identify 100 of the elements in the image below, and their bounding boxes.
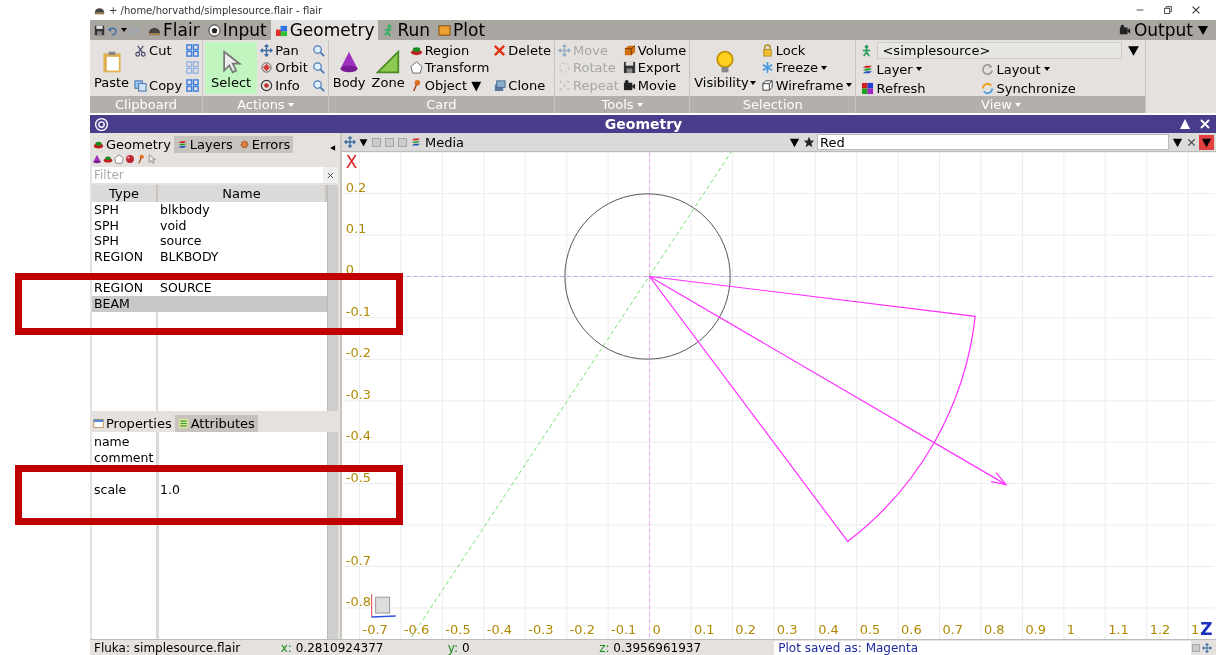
table-cell-text: SPH: [93, 202, 120, 218]
ribbon-button[interactable]: Pan: [259, 42, 309, 60]
tick-label: 1: [1066, 622, 1076, 637]
tick-label: 0.1: [693, 622, 715, 637]
filter-field[interactable]: Filter: [92, 167, 323, 183]
tick-label: 0.9: [1025, 622, 1046, 637]
tick-label: 0.6: [901, 622, 922, 637]
table-cell-text: BEAM: [93, 296, 131, 312]
tick-label: -0.6: [403, 622, 430, 637]
ribbon-button[interactable]: Orbit: [259, 59, 309, 77]
ribbon-button[interactable]: Layer: [860, 60, 981, 78]
ribbon-button[interactable]: Body: [330, 42, 368, 94]
ribbon-button[interactable]: Visibility: [692, 42, 758, 94]
tick-label: -0.5: [445, 622, 471, 637]
tick-label: 0: [652, 622, 661, 637]
coordinate-readout: y: 0: [447, 640, 471, 655]
ribbon-button[interactable]: Volume: [621, 42, 688, 60]
table-cell-text: REGION: [93, 280, 145, 297]
table-row[interactable]: REGION SOURCE: [92, 280, 327, 297]
property-name: scale: [93, 482, 128, 498]
tick-label: -0.7: [345, 552, 372, 568]
tick-label: 0.4: [818, 622, 839, 637]
table-row[interactable]: SPH blkbody: [92, 202, 327, 218]
status-message: Plot saved as: Magenta: [774, 640, 1191, 655]
tick-label: -0.3: [345, 386, 372, 402]
ribbon-button[interactable]: Paste: [92, 42, 132, 94]
ribbon-button[interactable]: Refresh: [860, 79, 981, 97]
tick-label: -0.8: [345, 593, 372, 609]
ribbon-button[interactable]: Freeze: [759, 59, 854, 77]
ribbon-button[interactable]: Zone: [369, 42, 407, 94]
panel-tab[interactable]: Properties: [90, 415, 175, 432]
group-label: Card: [328, 96, 555, 113]
ribbon-button[interactable]: Synchronize: [980, 79, 1121, 97]
table-cell-text: REGION: [93, 249, 145, 265]
ribbon-button[interactable]: Lock: [759, 42, 854, 60]
output-button[interactable]: Output: [1112, 20, 1216, 40]
table-row[interactable]: BEAM: [92, 296, 327, 312]
table-row[interactable]: REGION BLKBODY: [92, 249, 327, 265]
ribbon-button[interactable]: Info: [259, 76, 309, 94]
ribbon-button[interactable]: Select: [205, 42, 258, 94]
tab[interactable]: Geometry: [270, 20, 379, 40]
ribbon-button[interactable]: Copy: [133, 77, 184, 94]
tick-label: -0.4: [486, 622, 513, 637]
table-row[interactable]: SPH source: [92, 233, 327, 250]
property-value[interactable]: 1.0: [158, 482, 327, 498]
table-cell-text: source: [159, 233, 203, 250]
column-header[interactable]: Name: [158, 185, 327, 202]
property-name: name: [93, 434, 131, 450]
table-cell-text: blkbody: [159, 202, 211, 218]
ribbon-button[interactable]: Clone: [492, 77, 553, 94]
axis-label: X: [345, 152, 358, 172]
property-name: comment: [93, 450, 155, 466]
tick-label: -0.2: [569, 622, 595, 637]
tab[interactable]: Input: [203, 20, 271, 40]
tab[interactable]: Plot: [434, 20, 490, 40]
table-cell-text: BLKBODY: [159, 249, 220, 265]
ribbon-button[interactable]: Layout: [980, 60, 1121, 78]
ribbon-button[interactable]: Wireframe: [759, 76, 854, 94]
tick-label: -0.7: [362, 622, 388, 637]
layer-dropdown[interactable]: Media: [410, 133, 786, 151]
color-field[interactable]: Red: [817, 134, 1169, 150]
tick-label: 0.8: [983, 622, 1005, 637]
view-combo[interactable]: <simplesource>: [877, 42, 1123, 59]
column-header[interactable]: Type: [92, 185, 158, 202]
status-text: Fluka: simplesource.flair: [93, 640, 242, 655]
table-cell-text: SPH: [93, 217, 120, 234]
coordinate-readout: z: 0.3956961937: [599, 640, 703, 655]
ribbon-button[interactable]: Region: [408, 42, 491, 60]
tab[interactable]: Run: [378, 20, 435, 40]
table-cell-text: SPH: [93, 233, 120, 250]
window-title: + /home/horvathd/simplesource.flair - flair: [109, 4, 324, 16]
table-row[interactable]: SPH void: [92, 217, 327, 234]
table-cell-text: void: [159, 217, 188, 234]
tick-label: -0.1: [345, 303, 372, 319]
tab[interactable]: Flair: [144, 20, 204, 40]
ribbon-button[interactable]: Delete: [492, 42, 553, 59]
tick-label: 0.1: [345, 221, 367, 237]
tick-label: 0.7: [942, 622, 964, 637]
tick-label: -0.3: [528, 622, 554, 637]
panel-tab[interactable]: Errors: [235, 136, 294, 153]
tick-label: -0.1: [611, 622, 637, 637]
tick-label: 0.2: [735, 622, 756, 637]
panel-title: Geometry: [603, 116, 684, 132]
tick-label: 1.2: [1149, 622, 1171, 637]
panel-tab[interactable]: Attributes: [174, 415, 258, 432]
panel-tab[interactable]: Layers: [173, 136, 236, 153]
tick-label: -0.5: [345, 469, 372, 485]
tick-label: 1.1: [1108, 622, 1129, 637]
ribbon-button[interactable]: Movie: [621, 76, 688, 94]
tick-label: 0.5: [859, 622, 881, 637]
group-label: Clipboard: [90, 96, 203, 113]
ribbon-button[interactable]: Cut: [133, 42, 184, 59]
group-label: Selection: [690, 96, 856, 113]
tick-label: 0.3: [776, 622, 798, 637]
tick-label: -0.2: [345, 345, 372, 361]
table-cell-text: SOURCE: [159, 280, 213, 297]
ribbon-button[interactable]: Object ▼: [408, 76, 491, 94]
ribbon-button[interactable]: Export: [621, 59, 688, 77]
coordinate-readout: x: 0.2810924377: [280, 640, 385, 655]
ribbon-button[interactable]: Transform: [408, 59, 491, 77]
